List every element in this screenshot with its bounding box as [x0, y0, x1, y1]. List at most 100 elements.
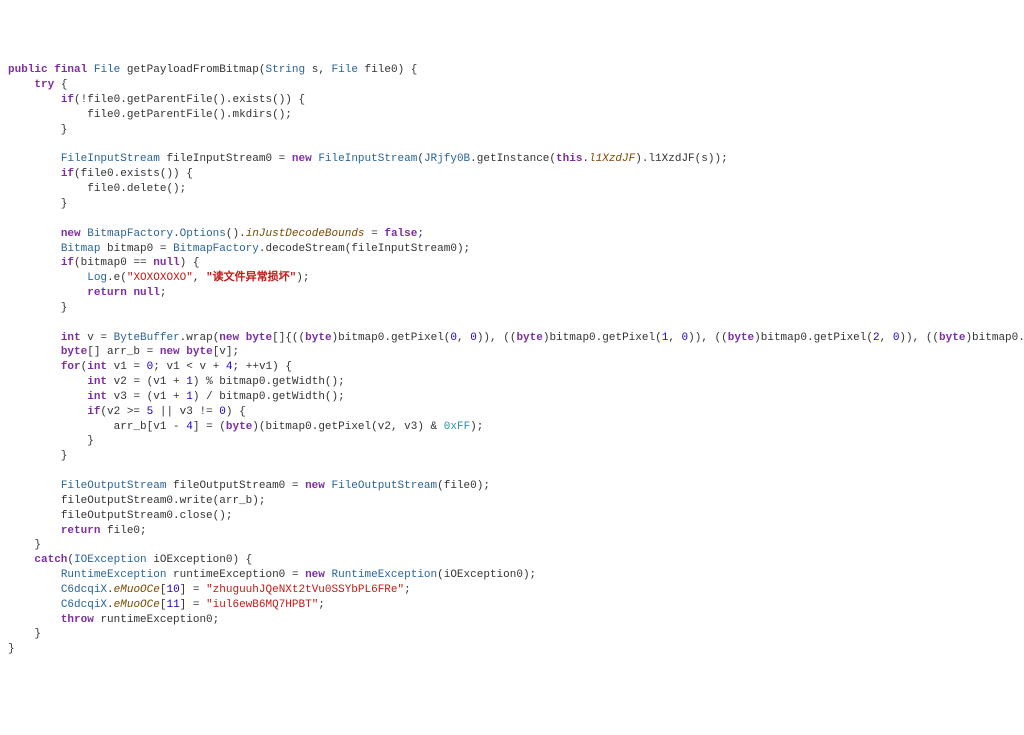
param-file0: file0: [365, 64, 398, 76]
kw-byte: byte: [246, 332, 272, 344]
method: delete: [127, 183, 167, 195]
type: ByteBuffer: [114, 332, 180, 344]
type: FileOutputStream: [332, 480, 438, 492]
method: getPixel: [391, 332, 444, 344]
type: BitmapFactory: [173, 243, 259, 255]
var: v3: [114, 391, 127, 403]
var: runtimeException0: [100, 614, 212, 626]
kw-byte: byte: [186, 346, 212, 358]
field: inJustDecodeBounds: [246, 228, 365, 240]
type: FileInputStream: [318, 153, 417, 165]
num: 0: [682, 332, 689, 344]
kw-new: new: [305, 569, 325, 581]
kw-catch: catch: [34, 554, 67, 566]
kw-for: for: [61, 361, 81, 373]
var: v: [219, 346, 226, 358]
kw-if: if: [61, 168, 74, 180]
var: bitmap0: [81, 257, 127, 269]
var: bitmap0: [972, 332, 1018, 344]
kw-return: return: [87, 287, 127, 299]
type: BitmapFactory: [87, 228, 173, 240]
string: "XOXOXOXO": [127, 272, 193, 284]
num: 11: [166, 599, 179, 611]
kw-new: new: [292, 153, 312, 165]
type: Options: [180, 228, 226, 240]
type: FileOutputStream: [61, 480, 167, 492]
field: eMuoOCe: [114, 599, 160, 611]
kw-new: new: [219, 332, 239, 344]
class: C6dcqiX: [61, 599, 107, 611]
var: iOException0: [153, 554, 232, 566]
type: Bitmap: [61, 243, 101, 255]
num: 0: [219, 406, 226, 418]
num: 0: [450, 332, 457, 344]
method: mkdirs: [232, 109, 272, 121]
method: getPixel: [814, 332, 867, 344]
kw-byte: byte: [516, 332, 542, 344]
var: bitmap0: [107, 243, 153, 255]
kw-new: new: [160, 346, 180, 358]
param: file0: [444, 480, 477, 492]
string: "iul6ewB6MQ7HPBT": [206, 599, 318, 611]
method: getParentFile: [127, 109, 213, 121]
kw-byte: byte: [728, 332, 754, 344]
num: 4: [226, 361, 233, 373]
param: v2: [378, 421, 391, 433]
type-string: String: [266, 64, 306, 76]
var: file0: [87, 109, 120, 121]
var: bitmap0: [219, 391, 265, 403]
var: file0: [87, 183, 120, 195]
method: getPixel: [602, 332, 655, 344]
var: file0: [87, 94, 120, 106]
method: l1XzdJF: [648, 153, 694, 165]
num: 0: [147, 361, 154, 373]
num: 1: [186, 376, 193, 388]
var: v: [200, 361, 207, 373]
var: fileOutputStream0: [61, 495, 173, 507]
method: decodeStream: [266, 243, 345, 255]
var: v1: [153, 421, 166, 433]
param: fileInputStream0: [351, 243, 457, 255]
method: close: [180, 510, 213, 522]
kw-public: public: [8, 64, 48, 76]
var: file0: [81, 168, 114, 180]
method: e: [114, 272, 121, 284]
kw-int: int: [61, 332, 81, 344]
num: 10: [166, 584, 179, 596]
var: runtimeException0: [173, 569, 285, 581]
string-chinese: "读文件异常损坏": [206, 272, 296, 284]
kw-if: if: [61, 94, 74, 106]
kw-final: final: [54, 64, 87, 76]
var: fileInputStream0: [166, 153, 272, 165]
var: v1: [259, 361, 272, 373]
kw-if: if: [87, 406, 100, 418]
hex: 0xFF: [444, 421, 470, 433]
num: 1: [662, 332, 669, 344]
param: v3: [404, 421, 417, 433]
kw-try: try: [34, 79, 54, 91]
method: getInstance: [477, 153, 550, 165]
kw-this: this: [556, 153, 582, 165]
kw-new: new: [305, 480, 325, 492]
num: 0: [470, 332, 477, 344]
type: FileInputStream: [61, 153, 160, 165]
class: Log: [87, 272, 107, 284]
method: getParentFile: [127, 94, 213, 106]
type: IOException: [74, 554, 147, 566]
var: v3: [180, 406, 193, 418]
var: bitmap0: [549, 332, 595, 344]
num: 5: [147, 406, 154, 418]
var: bitmap0: [266, 421, 312, 433]
kw-int: int: [87, 361, 107, 373]
var: bitmap0: [761, 332, 807, 344]
var: arr_b: [114, 421, 147, 433]
class: JRjfy0B: [424, 153, 470, 165]
num: 2: [873, 332, 880, 344]
var: v1: [153, 376, 166, 388]
var: file0: [107, 525, 140, 537]
method: getPixel: [318, 421, 371, 433]
var: v2: [114, 376, 127, 388]
field: eMuoOCe: [114, 584, 160, 596]
method: exists: [232, 94, 272, 106]
kw-byte: byte: [305, 332, 331, 344]
